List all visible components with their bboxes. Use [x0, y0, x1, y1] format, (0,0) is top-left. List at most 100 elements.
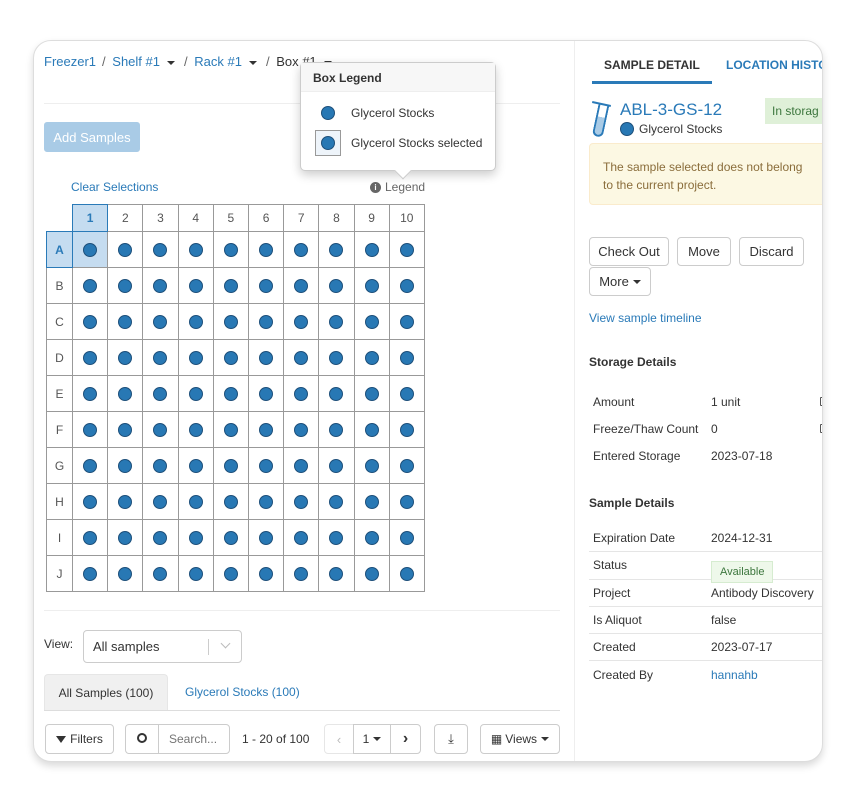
- box-cell[interactable]: [212, 447, 249, 484]
- row-header[interactable]: J: [46, 555, 73, 592]
- box-cell[interactable]: [247, 231, 285, 268]
- box-cell[interactable]: [177, 411, 214, 448]
- box-cell[interactable]: [212, 483, 249, 520]
- views-button[interactable]: ▦ Views: [480, 724, 560, 754]
- row-header[interactable]: D: [46, 339, 73, 376]
- box-cell[interactable]: [212, 411, 249, 448]
- box-cell[interactable]: [177, 303, 214, 340]
- box-cell[interactable]: [142, 303, 179, 340]
- box-cell[interactable]: [353, 267, 390, 304]
- box-cell[interactable]: [107, 375, 144, 412]
- box-cell[interactable]: [142, 231, 179, 268]
- clear-selections-link[interactable]: Clear Selections: [71, 180, 158, 194]
- box-cell[interactable]: [388, 519, 425, 556]
- column-header[interactable]: 7: [283, 204, 320, 232]
- box-cell[interactable]: [318, 555, 355, 592]
- box-cell[interactable]: [353, 519, 390, 556]
- box-cell[interactable]: [142, 555, 179, 592]
- box-cell[interactable]: [71, 339, 109, 376]
- page-select[interactable]: 1: [353, 724, 391, 754]
- next-page-button[interactable]: ›: [390, 724, 421, 754]
- box-cell[interactable]: [247, 303, 285, 340]
- box-cell[interactable]: [247, 267, 285, 304]
- breadcrumb-shelf[interactable]: Shelf #1: [112, 54, 178, 69]
- row-header[interactable]: A: [46, 231, 73, 268]
- box-cell[interactable]: [388, 555, 425, 592]
- box-cell[interactable]: [247, 411, 285, 448]
- box-cell[interactable]: [247, 519, 285, 556]
- box-cell[interactable]: [177, 555, 214, 592]
- column-header[interactable]: 2: [107, 204, 144, 232]
- box-cell[interactable]: [318, 267, 355, 304]
- box-cell[interactable]: [142, 267, 179, 304]
- box-cell[interactable]: [318, 339, 355, 376]
- check-out-button[interactable]: Check Out: [589, 237, 669, 266]
- box-cell[interactable]: [353, 555, 390, 592]
- box-cell[interactable]: [318, 375, 355, 412]
- box-cell[interactable]: [283, 231, 320, 268]
- box-cell[interactable]: [318, 519, 355, 556]
- column-header[interactable]: 3: [142, 204, 179, 232]
- edit-icon[interactable]: [820, 424, 822, 433]
- box-cell[interactable]: [107, 519, 144, 556]
- row-header[interactable]: F: [46, 411, 73, 448]
- legend-link[interactable]: i Legend: [370, 180, 425, 194]
- box-cell[interactable]: [142, 519, 179, 556]
- box-cell[interactable]: [283, 303, 320, 340]
- row-header[interactable]: H: [46, 483, 73, 520]
- box-cell[interactable]: [283, 267, 320, 304]
- row-header[interactable]: G: [46, 447, 73, 484]
- box-cell[interactable]: [353, 303, 390, 340]
- row-header[interactable]: B: [46, 267, 73, 304]
- box-cell[interactable]: [142, 447, 179, 484]
- box-cell[interactable]: [318, 483, 355, 520]
- add-samples-button[interactable]: Add Samples: [44, 122, 140, 152]
- box-cell[interactable]: [177, 483, 214, 520]
- breadcrumb-rack[interactable]: Rack #1: [194, 54, 260, 69]
- box-cell[interactable]: [212, 375, 249, 412]
- box-cell[interactable]: [107, 555, 144, 592]
- box-cell[interactable]: [177, 447, 214, 484]
- box-cell[interactable]: [177, 339, 214, 376]
- row-header[interactable]: I: [46, 519, 73, 556]
- view-select[interactable]: All samples: [83, 630, 242, 663]
- row-header[interactable]: C: [46, 303, 73, 340]
- box-cell[interactable]: [388, 339, 425, 376]
- box-cell[interactable]: [283, 375, 320, 412]
- box-cell[interactable]: [353, 339, 390, 376]
- filters-button[interactable]: Filters: [45, 724, 114, 754]
- box-cell[interactable]: [388, 303, 425, 340]
- tab-sample-detail[interactable]: SAMPLE DETAIL: [604, 58, 700, 72]
- box-cell[interactable]: [71, 231, 109, 268]
- box-cell[interactable]: [318, 447, 355, 484]
- box-cell[interactable]: [353, 411, 390, 448]
- box-cell[interactable]: [353, 483, 390, 520]
- move-button[interactable]: Move: [677, 237, 731, 266]
- box-cell[interactable]: [283, 519, 320, 556]
- export-button[interactable]: ⤓: [434, 724, 468, 754]
- box-cell[interactable]: [71, 519, 109, 556]
- box-cell[interactable]: [283, 411, 320, 448]
- column-header[interactable]: 10: [388, 204, 425, 232]
- box-cell[interactable]: [247, 447, 285, 484]
- box-cell[interactable]: [283, 483, 320, 520]
- box-cell[interactable]: [212, 555, 249, 592]
- row-header[interactable]: E: [46, 375, 73, 412]
- box-cell[interactable]: [177, 519, 214, 556]
- box-cell[interactable]: [177, 375, 214, 412]
- box-cell[interactable]: [107, 339, 144, 376]
- box-cell[interactable]: [318, 411, 355, 448]
- box-cell[interactable]: [142, 411, 179, 448]
- search-input[interactable]: [158, 724, 230, 754]
- box-cell[interactable]: [247, 555, 285, 592]
- column-header[interactable]: 8: [318, 204, 355, 232]
- box-cell[interactable]: [107, 483, 144, 520]
- box-cell[interactable]: [142, 375, 179, 412]
- box-cell[interactable]: [212, 339, 249, 376]
- box-cell[interactable]: [318, 303, 355, 340]
- discard-button[interactable]: Discard: [739, 237, 804, 266]
- tab-glycerol-stocks[interactable]: Glycerol Stocks (100): [185, 685, 300, 699]
- box-cell[interactable]: [388, 483, 425, 520]
- box-cell[interactable]: [71, 483, 109, 520]
- box-cell[interactable]: [212, 303, 249, 340]
